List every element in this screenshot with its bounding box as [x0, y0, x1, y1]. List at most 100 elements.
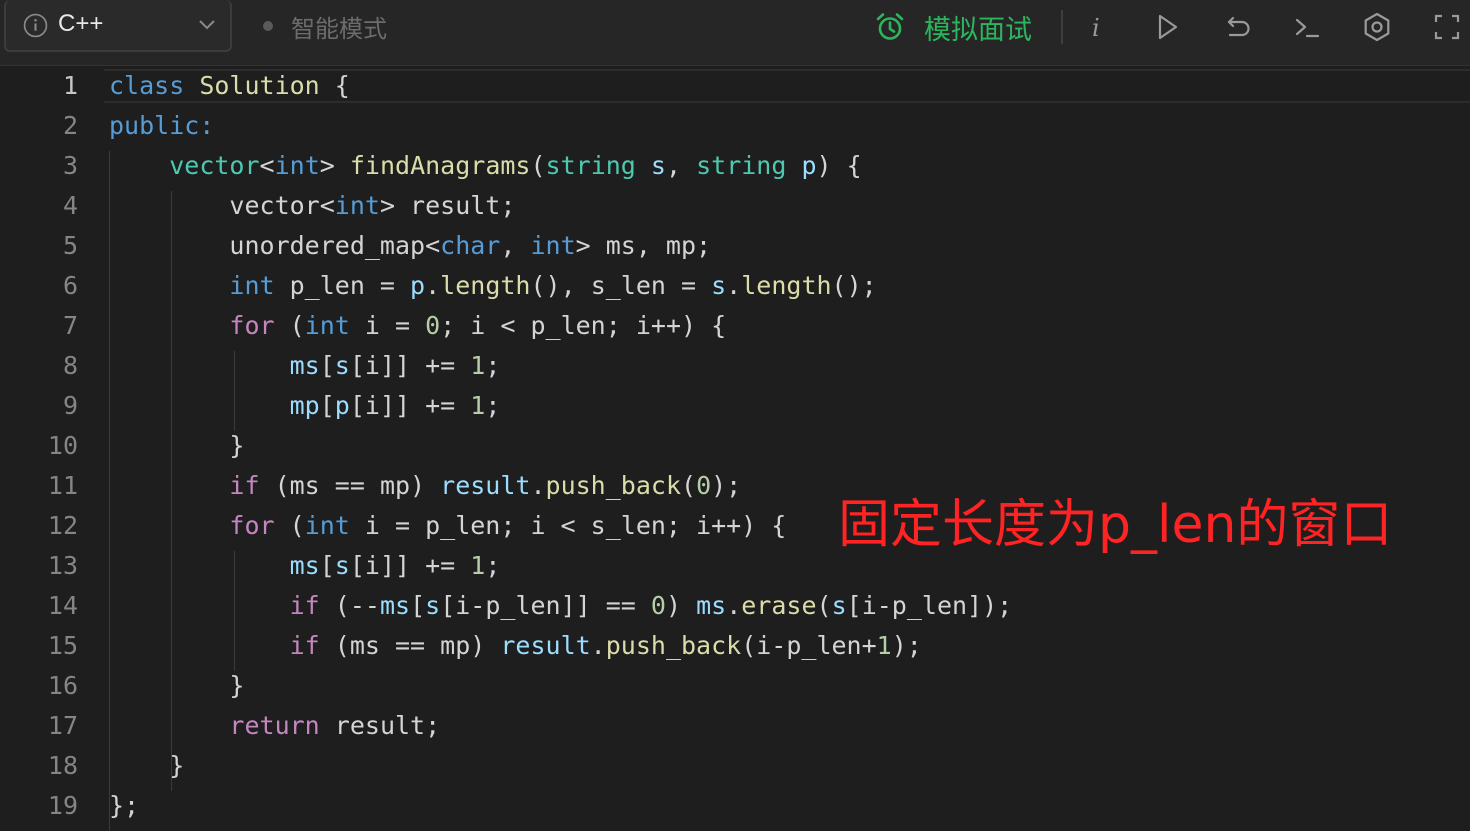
- code-token: > result;: [379, 191, 516, 220]
- code-token: > ms, mp;: [575, 231, 712, 260]
- code-text: for (int i = p_len; i < s_len; i++) {: [109, 506, 786, 546]
- code-line[interactable]: 15 if (ms == mp) result.push_back(i-p_le…: [0, 626, 1470, 666]
- code-line[interactable]: 18 }: [0, 746, 1470, 786]
- code-line[interactable]: 3 vector<int> findAnagrams(string s, str…: [0, 146, 1470, 186]
- code-token: length: [440, 271, 531, 300]
- code-line[interactable]: 17 return result;: [0, 706, 1470, 746]
- line-number: 3: [62, 151, 78, 180]
- code-token: [: [319, 391, 335, 420]
- line-number: 14: [47, 591, 78, 620]
- smart-mode-toggle[interactable]: 智能模式: [263, 10, 387, 43]
- mock-interview-button[interactable]: 模拟面试: [874, 9, 1032, 46]
- console-icon[interactable]: [1290, 10, 1324, 44]
- code-editor[interactable]: 1 class Solution {2 public: 3 vector<int> f…: [0, 66, 1470, 831]
- code-text: if (--ms[s[i-p_len]] == 0) ms.erase(s[i-…: [109, 586, 1013, 626]
- code-token: if: [229, 471, 260, 500]
- code-line[interactable]: 16 }: [0, 666, 1470, 706]
- code-token: ms: [289, 351, 320, 380]
- language-select[interactable]: C++: [4, 0, 232, 52]
- code-token: int: [334, 191, 380, 220]
- code-token: .: [590, 631, 606, 660]
- mode-label: 智能模式: [291, 14, 387, 43]
- code-token: 1: [470, 391, 486, 420]
- code-text: unordered_map<char, int> ms, mp;: [109, 226, 711, 266]
- code-line[interactable]: 8 ms[s[i]] += 1;: [0, 346, 1470, 386]
- code-token: [: [319, 551, 335, 580]
- line-number: 18: [47, 751, 78, 780]
- code-line[interactable]: 14 if (--ms[s[i-p_len]] == 0) ms.erase(s…: [0, 586, 1470, 626]
- code-line[interactable]: 2 public:: [0, 106, 1470, 146]
- code-text: vector<int> findAnagrams(string s, strin…: [109, 146, 861, 186]
- code-token: push_back: [545, 471, 681, 500]
- code-token: ;: [485, 351, 501, 380]
- code-token: );: [891, 631, 922, 660]
- code-token: vector<: [109, 191, 335, 220]
- code-token: int: [304, 511, 350, 540]
- code-token: 1: [876, 631, 892, 660]
- code-token: result;: [319, 711, 441, 740]
- code-token: p: [334, 391, 350, 420]
- code-text: class Solution {: [109, 66, 350, 106]
- code-line[interactable]: 5 unordered_map<char, int> ms, mp;: [0, 226, 1470, 266]
- code-token: (: [274, 511, 305, 540]
- code-token: [: [410, 591, 426, 620]
- line-number: 11: [47, 471, 78, 500]
- code-token: .: [530, 471, 546, 500]
- code-token: ,: [665, 151, 697, 180]
- code-line[interactable]: 1 class Solution {: [0, 66, 1470, 106]
- info-icon[interactable]: [23, 13, 48, 38]
- code-token: char: [440, 231, 501, 260]
- code-token: Solution: [199, 71, 320, 100]
- code-token: };: [109, 791, 140, 820]
- code-token: return: [229, 711, 320, 740]
- code-text: if (ms == mp) result.push_back(i-p_len+1…: [109, 626, 922, 666]
- code-token: for: [229, 311, 275, 340]
- settings-icon[interactable]: [1360, 10, 1394, 44]
- code-token: for: [229, 511, 275, 540]
- code-line[interactable]: 19};: [0, 786, 1470, 826]
- line-number: 4: [62, 191, 78, 220]
- code-line[interactable]: 4 vector<int> result;: [0, 186, 1470, 226]
- code-text: ms[s[i]] += 1;: [109, 346, 501, 386]
- code-token: p: [801, 151, 817, 180]
- code-line[interactable]: 10 }: [0, 426, 1470, 466]
- code-token: (), s_len =: [530, 271, 712, 300]
- language-label: C++: [58, 10, 104, 37]
- code-token: s: [711, 271, 727, 300]
- code-text: };: [109, 786, 139, 826]
- svg-text:i: i: [1092, 14, 1100, 42]
- line-number: 19: [47, 791, 78, 820]
- code-token: result: [440, 471, 531, 500]
- code-token: (ms == mp): [319, 631, 501, 660]
- line-number: 5: [62, 231, 78, 260]
- code-token: s: [650, 151, 666, 180]
- run-icon[interactable]: [1150, 10, 1184, 44]
- code-line[interactable]: 9 mp[p[i]] += 1;: [0, 386, 1470, 426]
- reset-icon[interactable]: [1220, 10, 1254, 44]
- line-number: 17: [47, 711, 78, 740]
- line-number: 16: [47, 671, 78, 700]
- italic-info-icon[interactable]: i: [1080, 10, 1114, 44]
- code-token: i = p_len; i < s_len; i++) {: [349, 511, 787, 540]
- code-token: if: [289, 631, 320, 660]
- code-token: [i-p_len]);: [846, 591, 1013, 620]
- code-text: if (ms == mp) result.push_back(0);: [109, 466, 741, 506]
- line-number: 13: [47, 551, 78, 580]
- code-token: findAnagrams: [349, 151, 531, 180]
- code-line[interactable]: 6 int p_len = p.length(), s_len = s.leng…: [0, 266, 1470, 306]
- code-text: public:: [109, 106, 214, 146]
- code-text: }: [109, 746, 184, 786]
- fullscreen-icon[interactable]: [1430, 10, 1464, 44]
- code-token: public:: [109, 111, 215, 140]
- code-token: [i-p_len]] ==: [440, 591, 651, 620]
- code-line[interactable]: 7 for (int i = 0; i < p_len; i++) {: [0, 306, 1470, 346]
- code-token: if: [289, 591, 320, 620]
- window-annotation: 固定长度为p_len的窗口: [838, 495, 1393, 555]
- line-number: 8: [62, 351, 78, 380]
- editor-toolbar: C++ 智能模式 模拟面试 i: [0, 0, 1470, 66]
